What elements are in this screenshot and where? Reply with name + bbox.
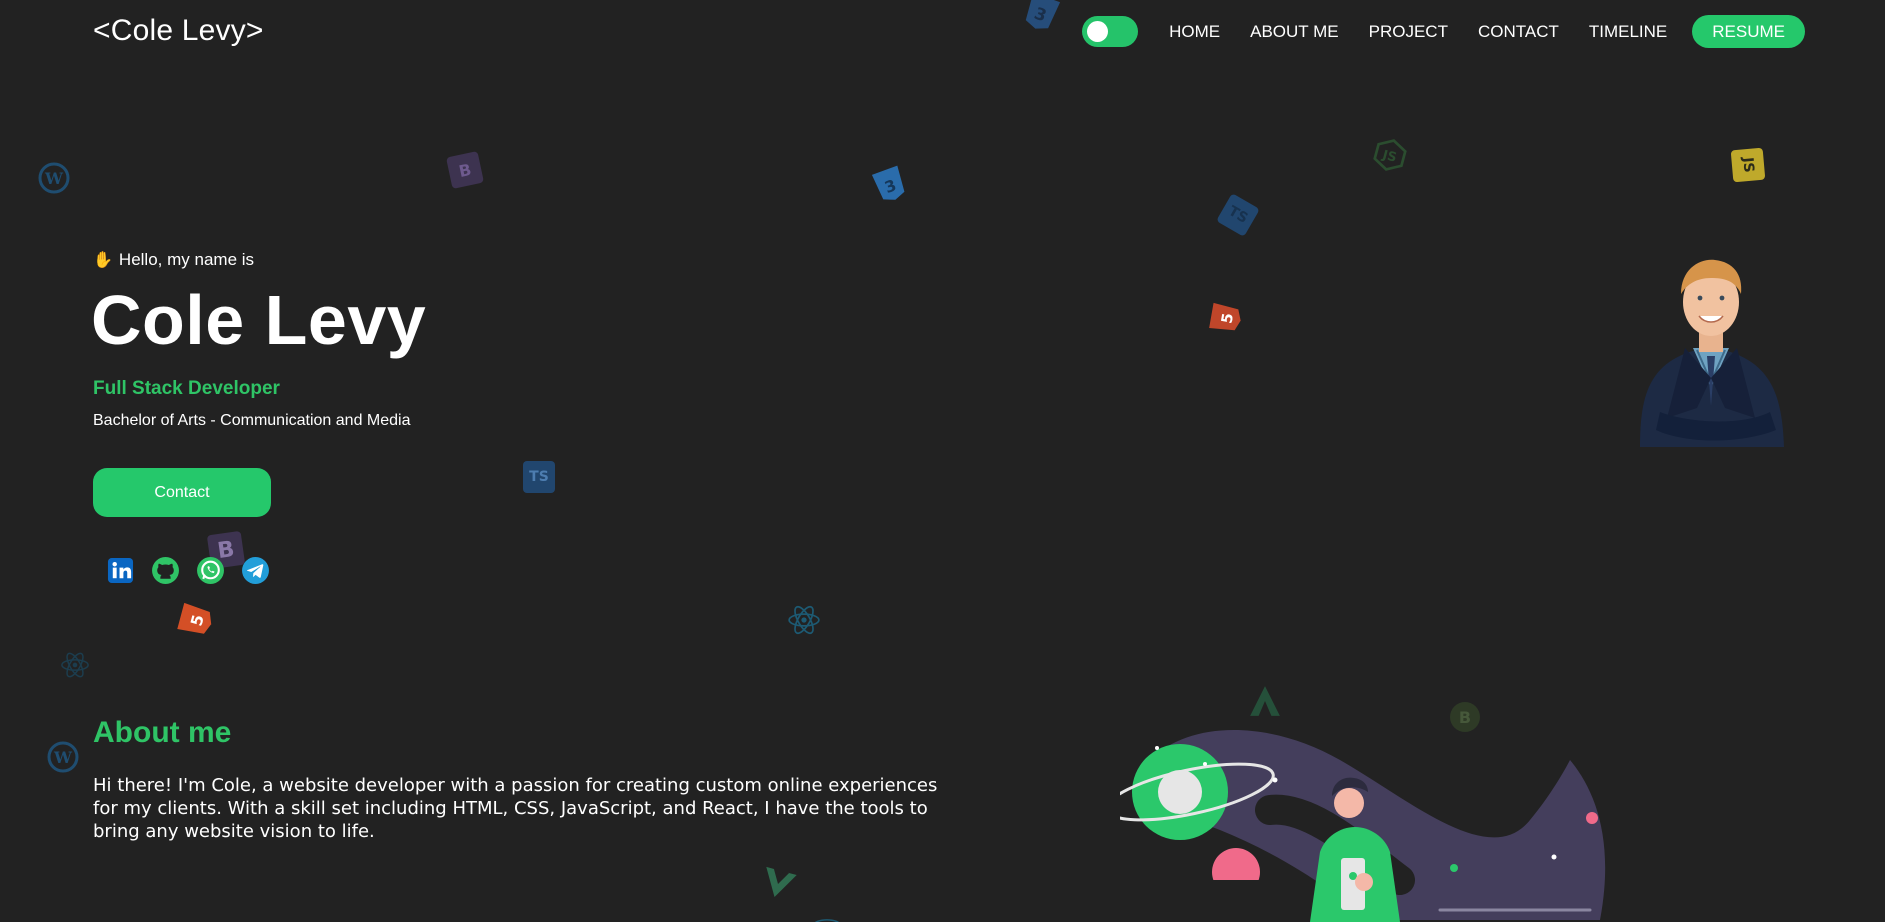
theme-toggle[interactable] [1082,16,1139,47]
about-title: About me [93,716,232,749]
nav-contact[interactable]: CONTACT [1478,22,1559,42]
react-icon [61,652,89,678]
bootstrap-icon: B [446,151,484,189]
typescript-icon: TS [1216,193,1260,237]
whatsapp-icon[interactable] [196,556,225,585]
greeting: ✋ Hello, my name is [93,250,254,270]
site-logo[interactable]: <Cole Levy> [93,14,264,48]
github-icon[interactable] [151,556,180,585]
svg-text:W: W [53,748,73,767]
typescript-icon: TS [523,461,555,493]
linkedin-icon[interactable] [106,556,135,585]
developer-space-illustration [1120,730,1606,922]
resume-button[interactable]: RESUME [1692,15,1805,48]
social-links [106,556,270,585]
vue-icon [766,866,797,898]
nav-timeline[interactable]: TIMELINE [1589,22,1667,42]
css3-icon: 3 [1025,0,1061,29]
wordpress-icon: W [38,162,70,194]
page: 3 W B 3 TS JS JS 5 TS B 5 W B <Cole Levy… [0,0,1885,922]
degree-text: Bachelor of Arts - Communication and Med… [93,412,411,429]
greeting-text: Hello, my name is [118,250,255,269]
svg-text:W: W [44,169,64,188]
toggle-knob [1087,21,1109,42]
react-icon [814,919,840,922]
html5-icon: 5 [1209,302,1241,331]
css3-icon: 3 [871,165,905,200]
about-text: Hi there! I'm Cole, a website developer … [93,775,938,842]
html5-icon: 5 [177,602,212,634]
nav-home[interactable]: HOME [1169,22,1220,42]
svg-text:JS: JS [1380,147,1398,165]
nodejs-icon: JS [1373,139,1407,171]
hero-name: Cole Levy [91,281,427,359]
nav-about[interactable]: ABOUT ME [1250,22,1338,42]
react-icon [788,605,820,635]
waving-hand-icon: ✋ [93,252,113,269]
telegram-icon[interactable] [241,556,270,585]
role-title: Full Stack Developer [93,378,280,399]
wordpress-icon: W [47,741,79,773]
javascript-icon: JS [1730,147,1766,183]
profile-photo [1640,259,1784,447]
contact-button[interactable]: Contact [93,468,271,517]
nav-project[interactable]: PROJECT [1369,22,1448,42]
main-nav: HOME ABOUT ME PROJECT CONTACT TIMELINE R… [1082,15,1805,48]
